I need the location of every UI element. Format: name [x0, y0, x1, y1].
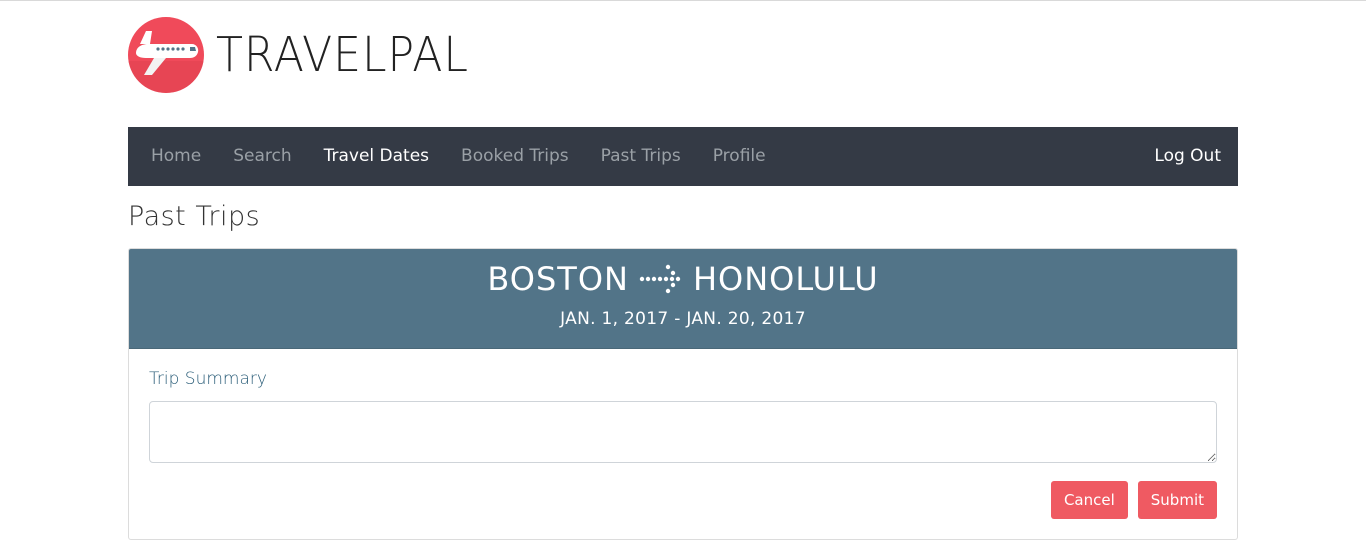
- trip-card-body: Trip Summary Cancel Submit: [129, 349, 1237, 539]
- page-title: Past Trips: [128, 201, 261, 232]
- trip-origin: BOSTON: [487, 260, 629, 298]
- trip-summary-input[interactable]: [149, 401, 1217, 463]
- logout-link[interactable]: Log Out: [1138, 127, 1238, 186]
- trip-summary-label: Trip Summary: [149, 369, 267, 389]
- trip-dates: JAN. 1, 2017 - JAN. 20, 2017: [560, 309, 806, 329]
- nav-home[interactable]: Home: [128, 127, 217, 186]
- main-navbar: Home Search Travel Dates Booked Trips Pa…: [128, 127, 1238, 186]
- trip-route: BOSTON HONOLULU: [129, 249, 1237, 299]
- form-actions: Cancel Submit: [1050, 481, 1217, 519]
- nav-travel-dates[interactable]: Travel Dates: [308, 127, 445, 186]
- cancel-button[interactable]: Cancel: [1050, 481, 1128, 519]
- nav-booked-trips[interactable]: Booked Trips: [445, 127, 585, 186]
- submit-button[interactable]: Submit: [1137, 481, 1217, 519]
- brand-name: TRAVELPAL: [216, 27, 469, 83]
- nav-past-trips[interactable]: Past Trips: [585, 127, 697, 186]
- trip-destination: HONOLULU: [692, 260, 879, 298]
- trip-card: BOSTON HONOLULU JAN. 1, 2017 - JAN. 20, …: [128, 248, 1238, 540]
- dotted-arrow-right-icon: [639, 262, 683, 296]
- trip-card-header: BOSTON HONOLULU JAN. 1, 2017 - JAN. 20, …: [129, 249, 1237, 349]
- nav-search[interactable]: Search: [217, 127, 307, 186]
- airplane-icon[interactable]: [128, 17, 204, 93]
- brand-header: TRAVELPAL: [128, 15, 1238, 95]
- nav-profile[interactable]: Profile: [697, 127, 782, 186]
